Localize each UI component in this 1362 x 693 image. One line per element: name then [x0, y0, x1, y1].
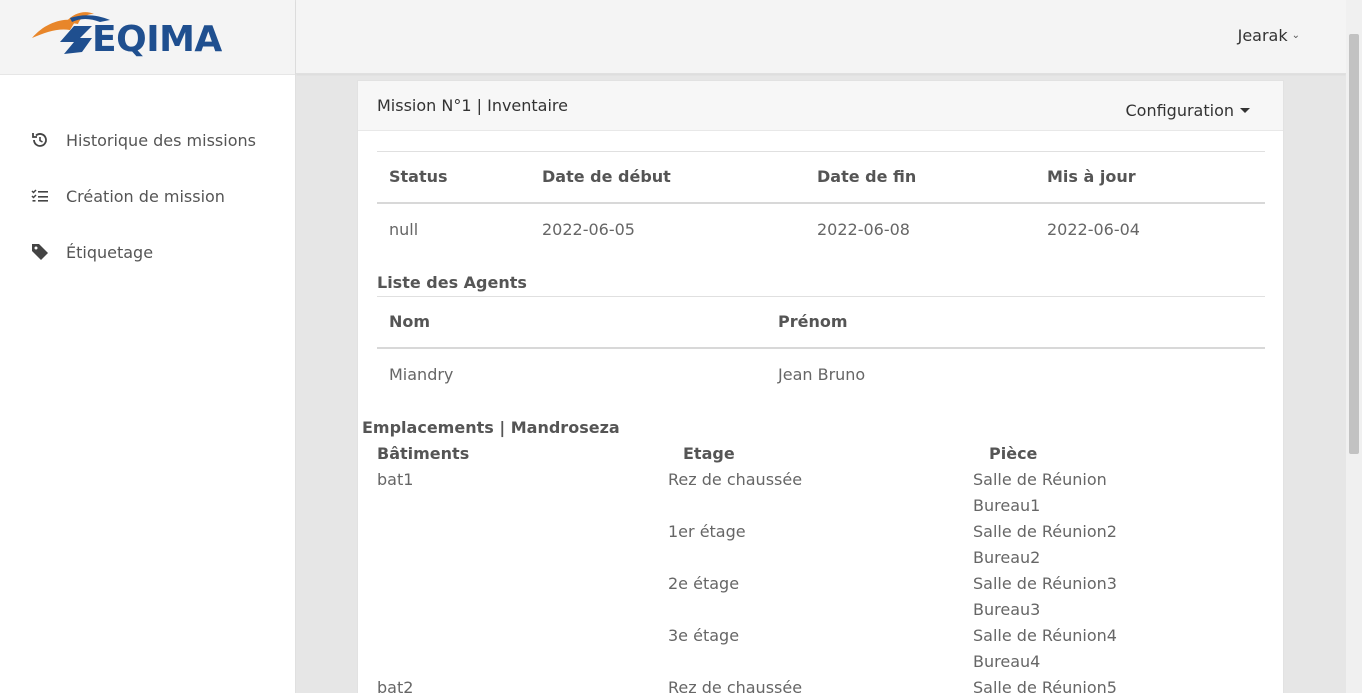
chevron-down-icon: ⌄ — [1291, 30, 1300, 41]
list-item: Bureau2 — [377, 545, 1265, 571]
list-item: bat1 Rez de chaussée Salle de Réunion — [377, 467, 1265, 493]
locations-header-row: Bâtiments Etage Pièce — [377, 441, 1265, 467]
room-cell: Bureau4 — [973, 652, 1041, 671]
column-header: Date de fin — [805, 151, 1035, 204]
room-cell: Salle de Réunion4 — [973, 626, 1117, 645]
table-cell: Miandry — [389, 364, 454, 384]
column-header: Date de début — [530, 151, 805, 204]
list-item: 1er étage Salle de Réunion2 — [377, 519, 1265, 545]
building-cell: bat1 — [377, 470, 414, 489]
table-cell: 2022-06-05 — [542, 219, 635, 239]
sidebar: EQIMA Historique des missions Création d… — [0, 0, 296, 693]
list-item: Bureau1 — [377, 493, 1265, 519]
room-cell: Salle de Réunion5 — [973, 678, 1117, 693]
sidebar-item-label: Étiquetage — [66, 242, 154, 262]
column-header: Status — [377, 151, 530, 204]
configuration-dropdown[interactable]: Configuration — [1125, 101, 1250, 120]
sidebar-item-create-mission[interactable]: Création de mission — [0, 168, 295, 224]
table-cell: null — [389, 219, 419, 239]
table-row: null 2022-06-05 2022-06-08 2022-06-04 — [377, 203, 1265, 255]
list-item: bat2 Rez de chaussée Salle de Réunion5 — [377, 675, 1265, 693]
sidebar-item-label: Création de mission — [66, 186, 225, 206]
caret-down-icon — [1240, 108, 1250, 113]
floor-cell: Rez de chaussée — [668, 678, 803, 693]
mission-title: Mission N°1 | Inventaire — [377, 96, 568, 115]
column-header: Etage — [683, 444, 735, 463]
locations-list: Bâtiments Etage Pièce bat1 Rez de chauss… — [377, 441, 1265, 693]
top-bar: Jearak ⌄ — [296, 0, 1346, 74]
room-cell: Bureau2 — [973, 548, 1041, 567]
sidebar-item-label: Historique des missions — [66, 130, 256, 150]
mission-card: Mission N°1 | Inventaire Configuration S… — [357, 80, 1284, 693]
scrollbar-thumb[interactable] — [1349, 34, 1359, 454]
scrollbar[interactable] — [1346, 0, 1362, 693]
card-header: Mission N°1 | Inventaire Configuration — [358, 81, 1283, 131]
user-menu[interactable]: Jearak ⌄ — [1238, 26, 1300, 45]
floor-cell: 2e étage — [668, 574, 740, 593]
configuration-label: Configuration — [1125, 101, 1234, 120]
room-cell: Salle de Réunion2 — [973, 522, 1117, 541]
floor-cell: Rez de chaussée — [668, 470, 803, 489]
column-header: Nom — [377, 296, 766, 349]
list-item: Bureau4 — [377, 649, 1265, 675]
sidebar-nav: Historique des missions Création de miss… — [0, 112, 295, 280]
agents-section-title: Liste des Agents — [377, 273, 527, 292]
column-header: Mis à jour — [1035, 151, 1265, 204]
floor-cell: 1er étage — [668, 522, 746, 541]
room-cell: Salle de Réunion — [973, 470, 1107, 489]
agents-table: Nom Prénom Miandry Jean Bruno — [377, 296, 1265, 400]
table-cell: Jean Bruno — [778, 364, 866, 384]
mission-status-table: Status Date de début Date de fin Mis à j… — [377, 151, 1265, 255]
room-cell: Bureau1 — [973, 496, 1041, 515]
list-item: 3e étage Salle de Réunion4 — [377, 623, 1265, 649]
logo-area: EQIMA — [0, 0, 295, 75]
locations-section-title: Emplacements | Mandroseza — [362, 418, 620, 437]
column-header: Pièce — [989, 444, 1038, 463]
room-cell: Bureau3 — [973, 600, 1041, 619]
column-header: Bâtiments — [377, 444, 470, 463]
user-name: Jearak — [1237, 26, 1288, 45]
building-cell: bat2 — [377, 678, 414, 693]
table-header-row: Status Date de début Date de fin Mis à j… — [377, 151, 1265, 204]
sidebar-item-history[interactable]: Historique des missions — [0, 112, 295, 168]
list-item: Bureau3 — [377, 597, 1265, 623]
room-cell: Salle de Réunion3 — [973, 574, 1117, 593]
table-cell: 2022-06-08 — [817, 219, 910, 239]
sidebar-item-labeling[interactable]: Étiquetage — [0, 224, 295, 280]
list-item: 2e étage Salle de Réunion3 — [377, 571, 1265, 597]
history-icon — [30, 130, 50, 150]
checklist-icon — [30, 186, 50, 206]
table-header-row: Nom Prénom — [377, 296, 1265, 349]
tag-icon — [30, 242, 50, 262]
floor-cell: 3e étage — [668, 626, 740, 645]
table-cell: 2022-06-04 — [1047, 219, 1140, 239]
table-row: Miandry Jean Bruno — [377, 348, 1265, 400]
column-header: Prénom — [766, 296, 1265, 349]
brand-name: EQIMA — [92, 19, 222, 60]
